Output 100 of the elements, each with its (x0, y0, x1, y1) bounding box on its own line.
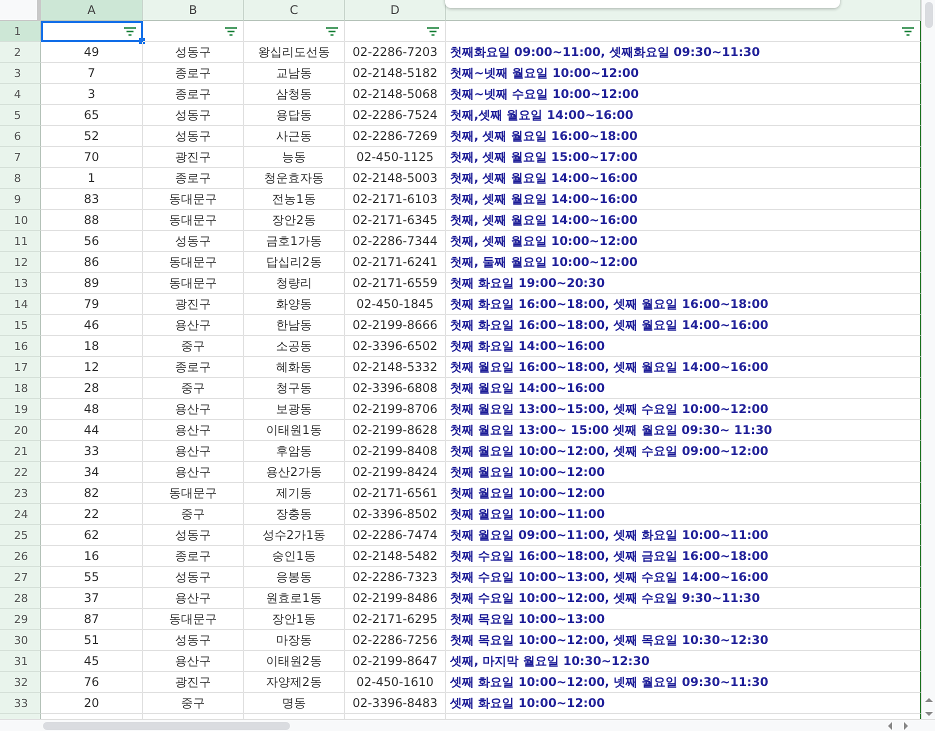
filter-icon[interactable] (124, 26, 136, 36)
table-cell: 02-3396-8483 (345, 693, 446, 714)
table-cell: 46 (41, 315, 143, 336)
row-header[interactable]: 33 (0, 693, 41, 714)
row-header[interactable]: 9 (0, 189, 41, 210)
filter-cell[interactable] (244, 21, 345, 42)
row-header[interactable]: 30 (0, 630, 41, 651)
table-cell: 첫째, 셋째 월요일 14:00~16:00 (446, 168, 921, 189)
table-cell: 동대문구 (143, 252, 244, 273)
scroll-down-icon[interactable] (924, 711, 932, 717)
table-cell: 종로구 (143, 546, 244, 567)
scroll-left-icon[interactable] (887, 722, 893, 730)
filter-icon[interactable] (427, 26, 439, 36)
table-cell: 첫째 수요일 16:00~18:00, 셋째 금요일 16:00~18:00 (446, 546, 921, 567)
table-cell: 용산구 (143, 399, 244, 420)
scroll-right-icon[interactable] (903, 722, 909, 730)
row-header[interactable]: 31 (0, 651, 41, 672)
table-cell: 02-2148-5003 (345, 168, 446, 189)
table-cell: 7 (41, 63, 143, 84)
row-header[interactable]: 16 (0, 336, 41, 357)
table-cell: 삼청동 (244, 84, 345, 105)
row-header[interactable]: 26 (0, 546, 41, 567)
scrollbar-thumb[interactable] (924, 2, 932, 28)
row-header[interactable]: 29 (0, 609, 41, 630)
row-header[interactable]: 1 (0, 21, 41, 42)
row-header[interactable]: 13 (0, 273, 41, 294)
row-header[interactable]: 11 (0, 231, 41, 252)
table-cell: 첫째 화요일 14:00~16:00 (446, 336, 921, 357)
table-cell: 첫째 월요일 10:00~11:00 (446, 504, 921, 525)
row-header[interactable]: 27 (0, 567, 41, 588)
table-cell: 02-2171-6345 (345, 210, 446, 231)
table-cell: 첫째 화요일 16:00~18:00, 셋째 월요일 16:00~18:00 (446, 294, 921, 315)
table-cell: 49 (41, 42, 143, 63)
table-cell: 89 (41, 273, 143, 294)
table-cell: 왕십리도선동 (244, 42, 345, 63)
row-header[interactable]: 17 (0, 357, 41, 378)
filter-cell[interactable] (41, 21, 143, 42)
vertical-scrollbar[interactable] (921, 0, 935, 719)
table-cell: 혜화동 (244, 357, 345, 378)
column-header[interactable]: A (41, 0, 143, 21)
row-header[interactable]: 7 (0, 147, 41, 168)
row-header[interactable]: 28 (0, 588, 41, 609)
table-cell: 62 (41, 525, 143, 546)
table-cell: 첫째, 셋째 월요일 14:00~16:00 (446, 210, 921, 231)
table-cell: 37 (41, 588, 143, 609)
row-header[interactable]: 2 (0, 42, 41, 63)
row-header[interactable]: 22 (0, 462, 41, 483)
row-header[interactable]: 32 (0, 672, 41, 693)
column-header[interactable]: C (244, 0, 345, 21)
table-cell: 셋째 화요일 10:00~12:00, 넷째 월요일 09:30~11:30 (446, 672, 921, 693)
row-header[interactable]: 24 (0, 504, 41, 525)
filter-cell[interactable] (345, 21, 446, 42)
table-cell: 02-2286-7344 (345, 231, 446, 252)
row-header[interactable]: 4 (0, 84, 41, 105)
column-header[interactable]: D (345, 0, 446, 21)
row-header[interactable]: 12 (0, 252, 41, 273)
filter-icon[interactable] (326, 26, 338, 36)
row-header[interactable]: 19 (0, 399, 41, 420)
table-cell: 3 (41, 84, 143, 105)
table-cell: 02-2199-8666 (345, 315, 446, 336)
row-header[interactable]: 18 (0, 378, 41, 399)
table-cell: 첫째 월요일 10:00~12:00, 셋째 수요일 09:00~12:00 (446, 441, 921, 462)
table-cell: 87 (41, 609, 143, 630)
table-cell: 02-2199-8486 (345, 588, 446, 609)
table-cell: 02-2286-7269 (345, 126, 446, 147)
filter-icon[interactable] (225, 26, 237, 36)
row-header[interactable]: 5 (0, 105, 41, 126)
table-cell: 02-2171-6295 (345, 609, 446, 630)
table-cell: 첫째 수요일 10:00~12:00, 셋째 수요일 9:30~11:30 (446, 588, 921, 609)
table-cell: 마장동 (244, 630, 345, 651)
table-cell: 02-2148-5182 (345, 63, 446, 84)
filter-icon[interactable] (902, 26, 914, 36)
row-header[interactable]: 15 (0, 315, 41, 336)
row-header[interactable]: 3 (0, 63, 41, 84)
table-cell: 33 (41, 441, 143, 462)
scrollbar-thumb[interactable] (43, 722, 290, 730)
horizontal-scrollbar[interactable] (0, 719, 935, 731)
row-header[interactable]: 6 (0, 126, 41, 147)
filter-cell[interactable] (143, 21, 244, 42)
table-cell: 34 (41, 462, 143, 483)
row-header[interactable]: 23 (0, 483, 41, 504)
row-header[interactable]: 20 (0, 420, 41, 441)
row-header[interactable]: 25 (0, 525, 41, 546)
table-cell: 청구동 (244, 378, 345, 399)
table-cell: 동대문구 (143, 189, 244, 210)
table-cell: 첫째,셋째 월요일 14:00~16:00 (446, 105, 921, 126)
table-cell: 02-2286-7323 (345, 567, 446, 588)
table-cell: 응봉동 (244, 567, 345, 588)
row-header[interactable]: 14 (0, 294, 41, 315)
scroll-up-icon[interactable] (924, 697, 932, 703)
table-cell: 첫째, 셋째 월요일 10:00~12:00 (446, 231, 921, 252)
column-header[interactable]: B (143, 0, 244, 21)
table-cell: 02-3396-6502 (345, 336, 446, 357)
table-cell: 02-2171-6241 (345, 252, 446, 273)
row-header[interactable]: 8 (0, 168, 41, 189)
table-cell: 첫째 월요일 09:00~11:00, 셋째 화요일 10:00~11:00 (446, 525, 921, 546)
row-header[interactable]: 21 (0, 441, 41, 462)
table-cell: 51 (41, 630, 143, 651)
row-header[interactable]: 10 (0, 210, 41, 231)
table-cell: 광진구 (143, 147, 244, 168)
